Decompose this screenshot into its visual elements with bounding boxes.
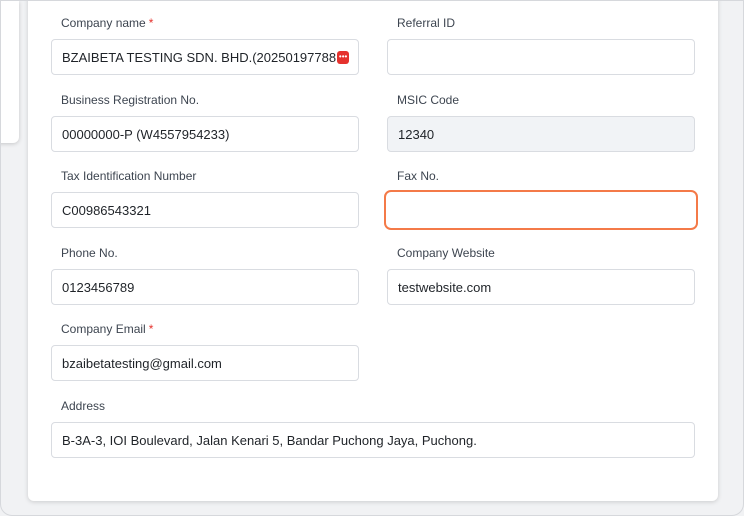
referral-id-group: Referral ID	[387, 15, 695, 75]
address-input[interactable]: B-3A-3, IOI Boulevard, Jalan Kenari 5, B…	[51, 422, 695, 458]
page-frame: Company name * BZAIBETA TESTING SDN. BHD.…	[0, 0, 744, 516]
address-label: Address	[61, 399, 106, 413]
company-details-card: Company name * BZAIBETA TESTING SDN. BHD.…	[28, 1, 718, 501]
referral-id-input[interactable]	[387, 39, 695, 75]
company-email-group: Company Email * bzaibetatesting@gmail.com	[51, 321, 359, 381]
tax-id-group: Tax Identification Number C00986543321	[51, 168, 359, 228]
business-registration-group: Business Registration No. 00000000-P (W4…	[51, 92, 359, 152]
tax-id-input[interactable]: C00986543321	[51, 192, 359, 228]
company-website-group: Company Website testwebsite.com	[387, 245, 695, 305]
msic-code-input[interactable]: 12340	[387, 116, 695, 152]
tax-id-label: Tax Identification Number	[61, 169, 197, 183]
address-group: Address B-3A-3, IOI Boulevard, Jalan Ken…	[51, 398, 695, 458]
company-email-input[interactable]: bzaibetatesting@gmail.com	[51, 345, 359, 381]
fax-no-group: Fax No.	[384, 168, 698, 230]
phone-no-input[interactable]: 0123456789	[51, 269, 359, 305]
phone-no-label: Phone No.	[61, 246, 118, 260]
company-name-input[interactable]: BZAIBETA TESTING SDN. BHD.(20250197788 •…	[51, 39, 359, 75]
side-panel-card	[1, 1, 19, 143]
required-mark: *	[148, 322, 154, 336]
company-name-label: Company name *	[61, 16, 154, 30]
business-registration-label: Business Registration No.	[61, 93, 200, 107]
msic-code-label: MSIC Code	[397, 93, 460, 107]
phone-no-group: Phone No. 0123456789	[51, 245, 359, 305]
company-name-value: BZAIBETA TESTING SDN. BHD.(20250197788	[62, 49, 337, 65]
company-website-input[interactable]: testwebsite.com	[387, 269, 695, 305]
fax-no-input[interactable]	[384, 190, 698, 230]
company-website-label: Company Website	[397, 246, 495, 260]
overflow-dots-icon: •••	[337, 50, 350, 64]
fax-no-label: Fax No.	[397, 169, 440, 183]
msic-code-group: MSIC Code 12340	[387, 92, 695, 152]
required-mark: *	[148, 16, 154, 30]
business-registration-input[interactable]: 00000000-P (W4557954233)	[51, 116, 359, 152]
company-name-group: Company name * BZAIBETA TESTING SDN. BHD.…	[51, 15, 359, 75]
referral-id-label: Referral ID	[397, 16, 456, 30]
company-email-label: Company Email *	[61, 322, 154, 336]
